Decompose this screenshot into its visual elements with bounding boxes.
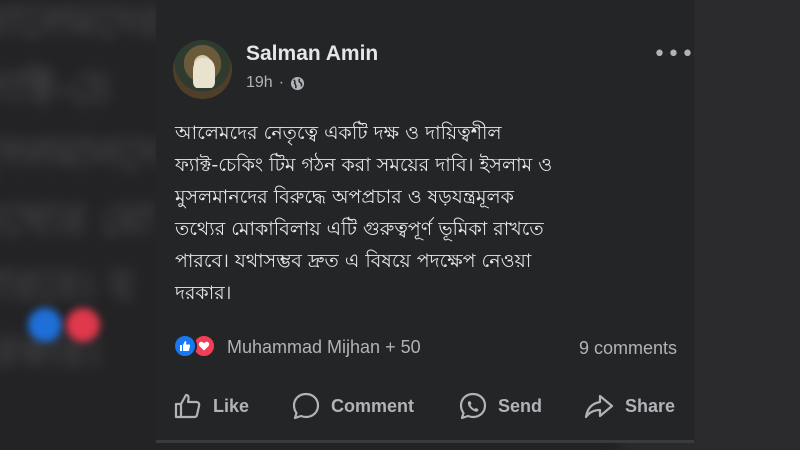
post-text-line: আলেমদের নেতৃত্বে একটি দক্ষ ও দায়িত্বশীল [175, 122, 502, 144]
share-button[interactable]: Share [583, 388, 675, 424]
reaction-icons[interactable] [173, 334, 216, 358]
post-time[interactable]: 19h [246, 74, 273, 92]
author-name[interactable]: Salman Amin [246, 42, 378, 66]
card-divider [156, 440, 694, 443]
meta-separator: · [278, 74, 285, 91]
post-text-line: পারবে। যথাসম্ভব দ্রুত এ বিষয়ে পদক্ষেপ ন… [175, 250, 532, 272]
reactions-summary[interactable]: Muhammad Mijhan + 50 [227, 337, 421, 358]
blurred-love-reaction [66, 308, 100, 342]
share-icon [584, 394, 614, 419]
like-button[interactable]: Like [173, 388, 249, 424]
blurred-like-reaction [28, 308, 62, 342]
comment-label: Comment [331, 395, 415, 416]
send-button[interactable]: Send [458, 388, 542, 424]
post-text-line: মুসলমানদের বিরুদ্ধে অপপ্রচার ও ষড়যন্ত্র… [175, 186, 514, 208]
comments-count[interactable]: 9 comments [579, 338, 677, 359]
post-text-line: তথ্যের মোকাবিলায় এটি গুরুত্বপূর্ণ ভূমিক… [175, 218, 544, 240]
post-card: Salman Amin 19h · ••• আলেমদের নেতৃত্বে এ… [156, 0, 694, 443]
send-label: Send [498, 395, 543, 416]
send-icon [459, 392, 487, 420]
like-reaction-icon [173, 334, 197, 358]
globe-icon[interactable] [290, 76, 305, 91]
post-text-line: দরকার। [175, 282, 232, 304]
like-icon [174, 393, 201, 419]
comment-icon [292, 392, 320, 420]
more-options-icon[interactable]: ••• [653, 42, 695, 67]
post-meta: 19h · [246, 74, 305, 92]
like-label: Like [213, 395, 250, 416]
action-bar: Like Comment Send Share [156, 388, 694, 424]
avatar[interactable] [173, 40, 232, 99]
share-label: Share [625, 395, 676, 416]
comment-button[interactable]: Comment [291, 388, 414, 424]
post-text-line: ফ্যাক্ট-চেকিং টিম গঠন করা সময়ের দাবি। ই… [175, 154, 553, 176]
post-text: আলেমদের নেতৃত্বে একটি দক্ষ ও দায়িত্বশীল… [175, 117, 685, 309]
